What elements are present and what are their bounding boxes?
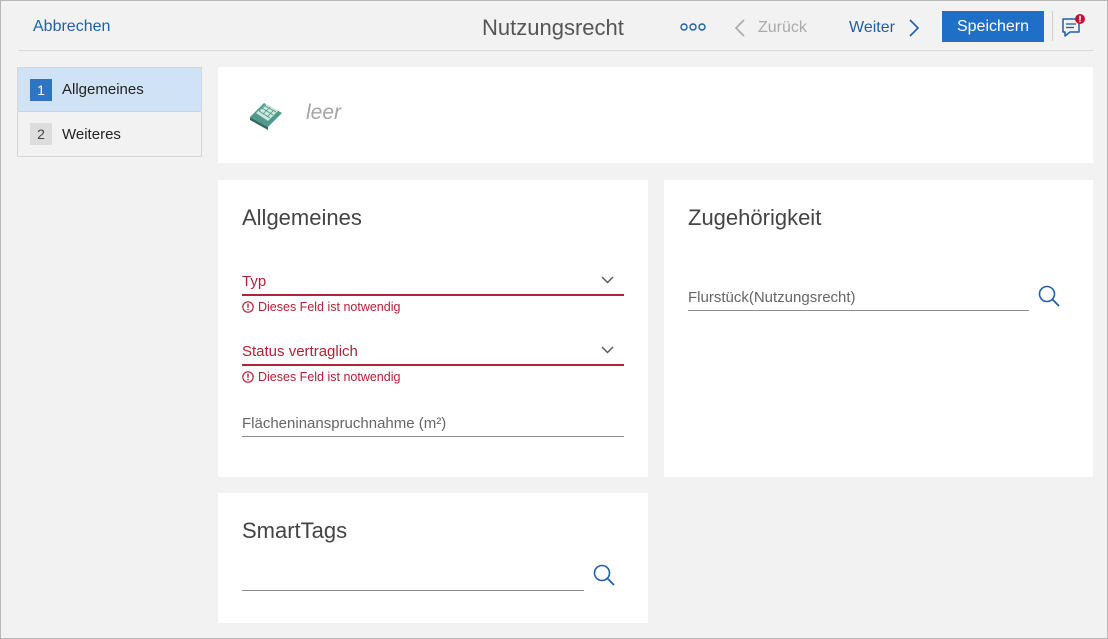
app-header: Abbrechen Nutzungsrecht Zurück Weiter Sp… — [0, 0, 1108, 52]
page-title: Nutzungsrecht — [482, 15, 624, 40]
section-title: Allgemeines — [242, 205, 362, 230]
type-label: Typ — [242, 273, 267, 290]
wizard-steps: 1 Allgemeines 2 Weiteres — [17, 67, 202, 157]
parcel-lookup-input[interactable]: Flurstück(Nutzungsrecht) — [688, 281, 1029, 311]
cancel-button[interactable]: Abbrechen — [33, 18, 110, 36]
step-allgemeines[interactable]: 1 Allgemeines — [18, 68, 201, 112]
entity-header-card: leer — [218, 67, 1093, 163]
smarttags-input[interactable] — [242, 561, 584, 591]
membership-section: Zugehörigkeit Flurstück(Nutzungsrecht) — [664, 180, 1093, 477]
step-weiteres[interactable]: 2 Weiteres — [18, 112, 201, 156]
error-icon — [242, 301, 254, 313]
chevron-right-icon — [909, 19, 920, 37]
general-section: Allgemeines Typ Dieses Feld ist notwendi… — [218, 180, 648, 477]
error-icon — [242, 371, 254, 383]
smarttags-section: SmartTags — [218, 493, 648, 623]
type-error: Dieses Feld ist notwendig — [242, 300, 400, 314]
type-dropdown[interactable]: Typ — [242, 266, 624, 296]
area-label: Flächeninanspruchnahme (m²) — [242, 415, 447, 432]
chevron-left-icon — [734, 19, 745, 37]
status-error: Dieses Feld ist notwendig — [242, 370, 400, 384]
chat-notification-icon[interactable] — [1060, 13, 1086, 39]
chevron-down-icon — [601, 276, 614, 284]
more-dots-icon[interactable] — [680, 21, 706, 33]
back-label: Zurück — [758, 19, 807, 36]
save-button[interactable]: Speichern — [942, 11, 1044, 42]
header-divider — [1052, 11, 1053, 41]
area-input[interactable]: Flächeninanspruchnahme (m²) — [242, 407, 624, 437]
step-label: Allgemeines — [62, 81, 144, 98]
entity-name: leer — [306, 101, 342, 124]
land-parcel-icon — [250, 103, 282, 130]
forward-button[interactable]: Weiter — [849, 17, 920, 39]
step-number: 2 — [30, 123, 52, 145]
search-icon[interactable] — [1037, 284, 1061, 308]
step-number: 1 — [30, 78, 52, 101]
forward-label: Weiter — [849, 19, 895, 36]
section-title: SmartTags — [242, 518, 348, 543]
parcel-label: Flurstück(Nutzungsrecht) — [688, 289, 856, 306]
error-text: Dieses Feld ist notwendig — [258, 300, 401, 314]
back-button[interactable]: Zurück — [734, 17, 807, 39]
status-label: Status vertraglich — [242, 343, 358, 360]
step-label: Weiteres — [62, 125, 121, 143]
header-divider-line — [18, 50, 1093, 51]
status-dropdown[interactable]: Status vertraglich — [242, 336, 624, 366]
error-text: Dieses Feld ist notwendig — [258, 370, 401, 384]
section-title: Zugehörigkeit — [688, 205, 822, 230]
search-icon[interactable] — [592, 563, 616, 587]
chevron-down-icon — [601, 346, 614, 354]
